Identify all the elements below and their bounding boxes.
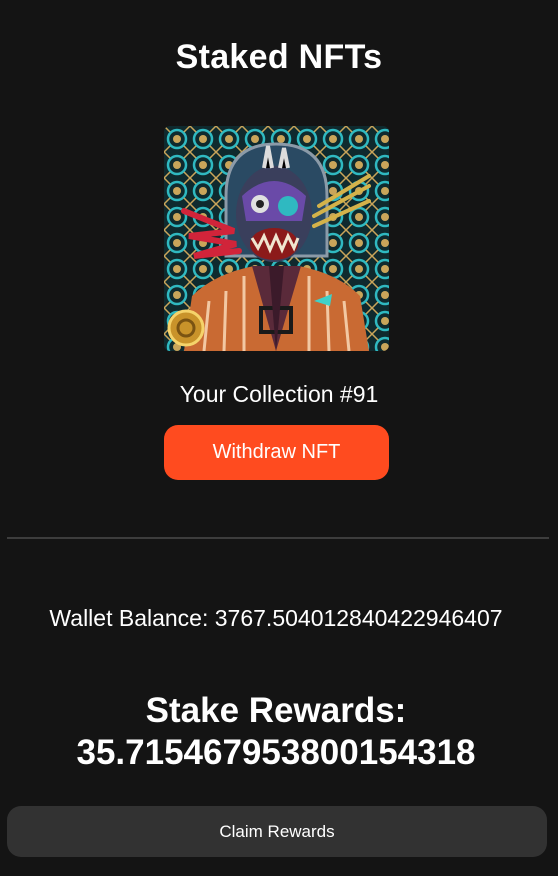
wallet-balance: Wallet Balance: 3767.504012840422946407 bbox=[49, 605, 503, 631]
stake-rewards-value: 35.715467953800154318 bbox=[76, 733, 476, 772]
claim-rewards-button[interactable]: Claim Rewards bbox=[7, 806, 547, 857]
stake-rewards-label: Stake Rewards: bbox=[145, 691, 407, 730]
nft-artwork-image bbox=[164, 126, 389, 351]
nft-collection-label: Your Collection #91 bbox=[179, 381, 379, 407]
withdraw-nft-button[interactable]: Withdraw NFT bbox=[164, 425, 389, 480]
page-title: Staked NFTs bbox=[175, 38, 383, 76]
stake-rewards: Stake Rewards: 35.715467953800154318 bbox=[0, 690, 552, 774]
section-divider bbox=[7, 537, 549, 539]
staking-page: Staked NFTs Your Collection #91 Withdraw… bbox=[0, 0, 558, 876]
